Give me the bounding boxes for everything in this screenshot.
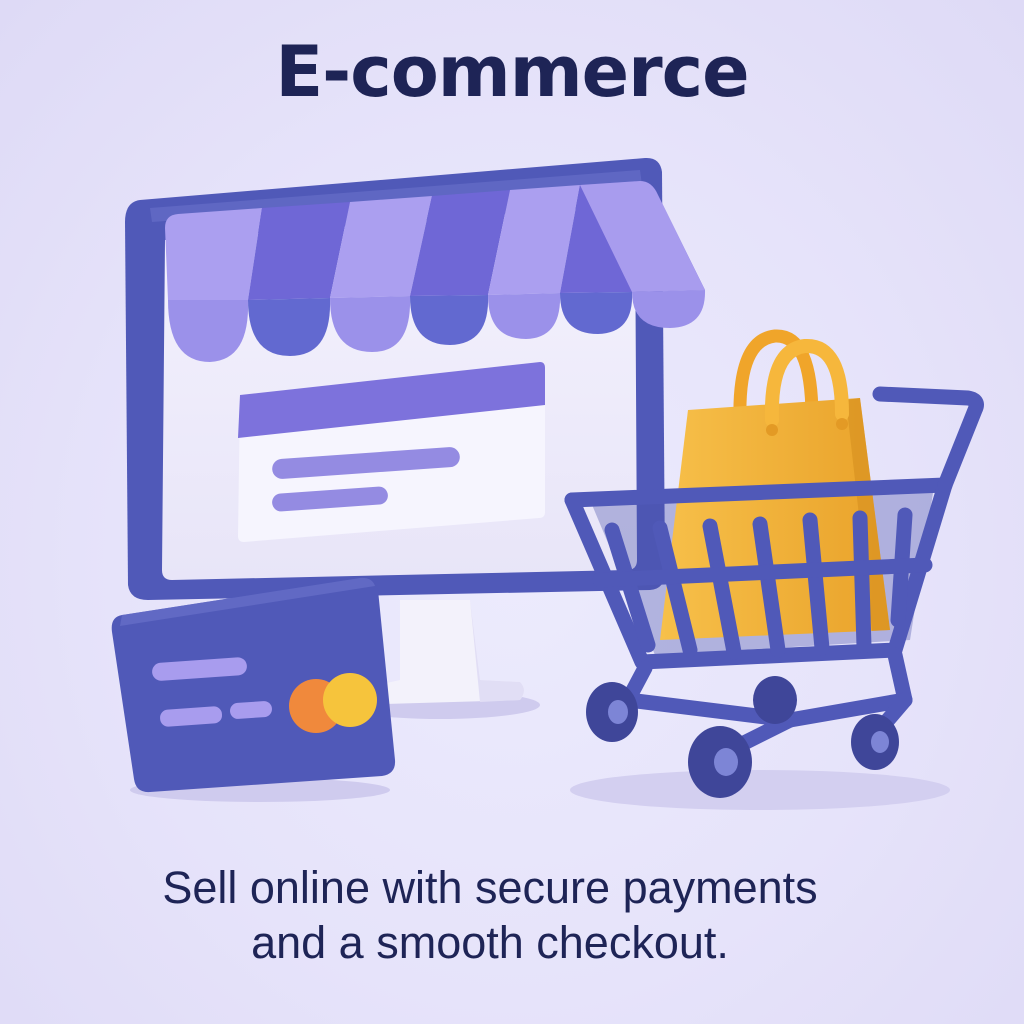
credit-card-icon (111, 577, 396, 802)
tagline: Sell online with secure payments and a s… (0, 860, 980, 970)
ecommerce-illustration-card: E-commerce Sell online with secure payme… (0, 0, 1024, 1024)
tagline-line-2: and a smooth checkout. (251, 917, 729, 968)
tagline-line-1: Sell online with secure payments (162, 862, 818, 913)
